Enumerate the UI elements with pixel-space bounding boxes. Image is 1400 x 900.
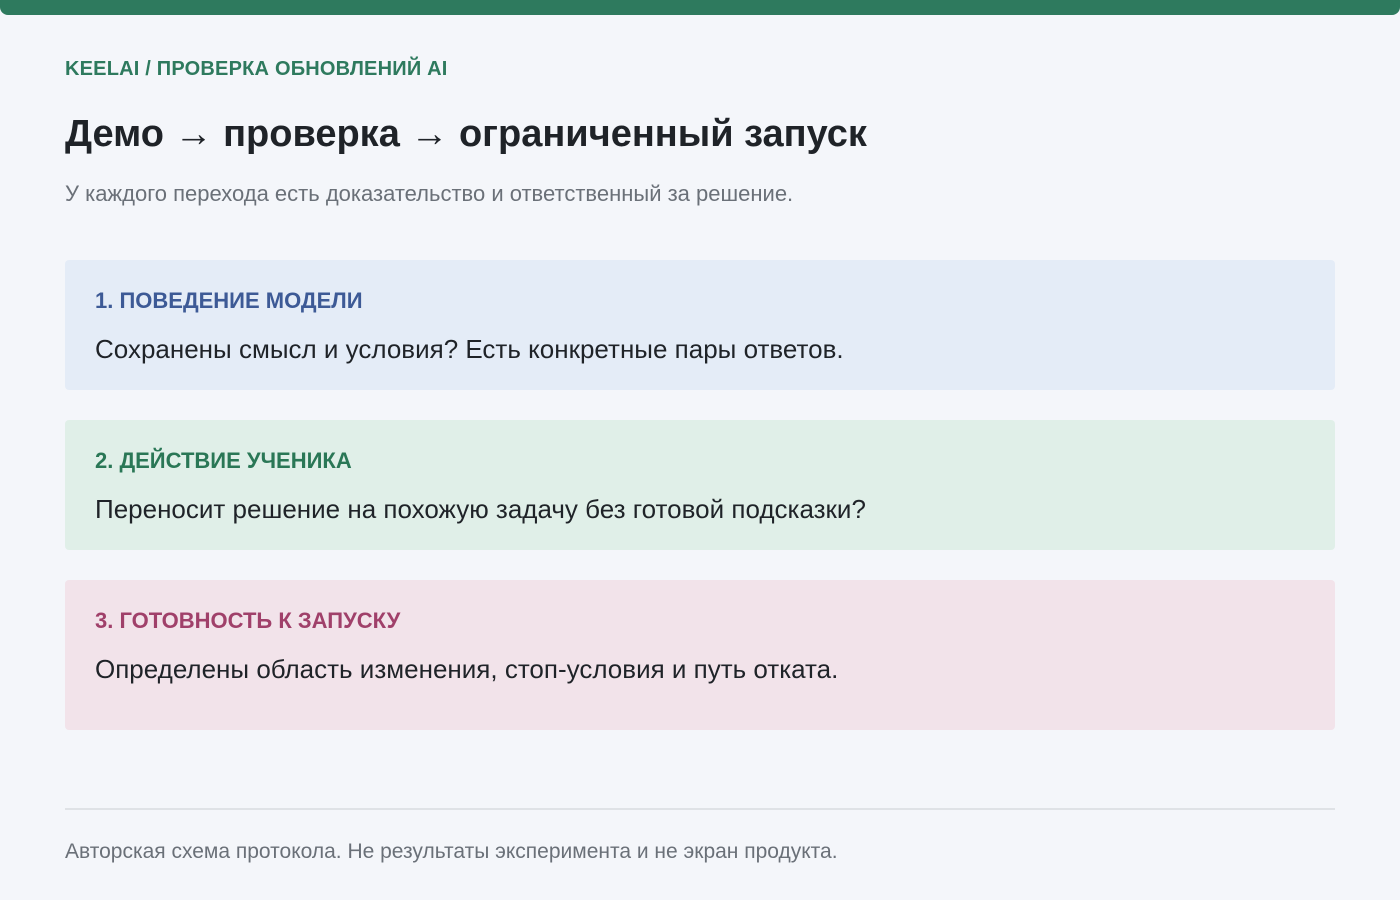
breadcrumb: KEELAI / ПРОВЕРКА ОБНОВЛЕНИЙ AI — [65, 58, 448, 80]
step-card-student-action: 2. ДЕЙСТВИЕ УЧЕНИКА Переносит решение на… — [65, 420, 1335, 550]
step-description: Определены область изменения, стоп-услов… — [95, 654, 839, 684]
step-card-launch-readiness: 3. ГОТОВНОСТЬ К ЗАПУСКУ Определены облас… — [65, 580, 1335, 730]
page-title: Демо → проверка → ограниченный запуск — [65, 113, 867, 155]
steps-list: 1. ПОВЕДЕНИЕ МОДЕЛИ Сохранены смысл и ус… — [65, 260, 1335, 760]
step-heading: 2. ДЕЙСТВИЕ УЧЕНИКА — [95, 448, 352, 473]
step-description: Сохранены смысл и условия? Есть конкретн… — [95, 334, 844, 364]
step-heading: 1. ПОВЕДЕНИЕ МОДЕЛИ — [95, 288, 363, 313]
page-subtitle: У каждого перехода есть доказательство и… — [65, 181, 794, 206]
step-description: Переносит решение на похожую задачу без … — [95, 494, 866, 524]
step-heading: 3. ГОТОВНОСТЬ К ЗАПУСКУ — [95, 608, 401, 633]
page-content: KEELAI / ПРОВЕРКА ОБНОВЛЕНИЙ AI Демо → п… — [65, 0, 1335, 900]
footer-divider — [65, 808, 1335, 810]
step-card-model-behavior: 1. ПОВЕДЕНИЕ МОДЕЛИ Сохранены смысл и ус… — [65, 260, 1335, 390]
footnote: Авторская схема протокола. Не результаты… — [65, 840, 838, 863]
